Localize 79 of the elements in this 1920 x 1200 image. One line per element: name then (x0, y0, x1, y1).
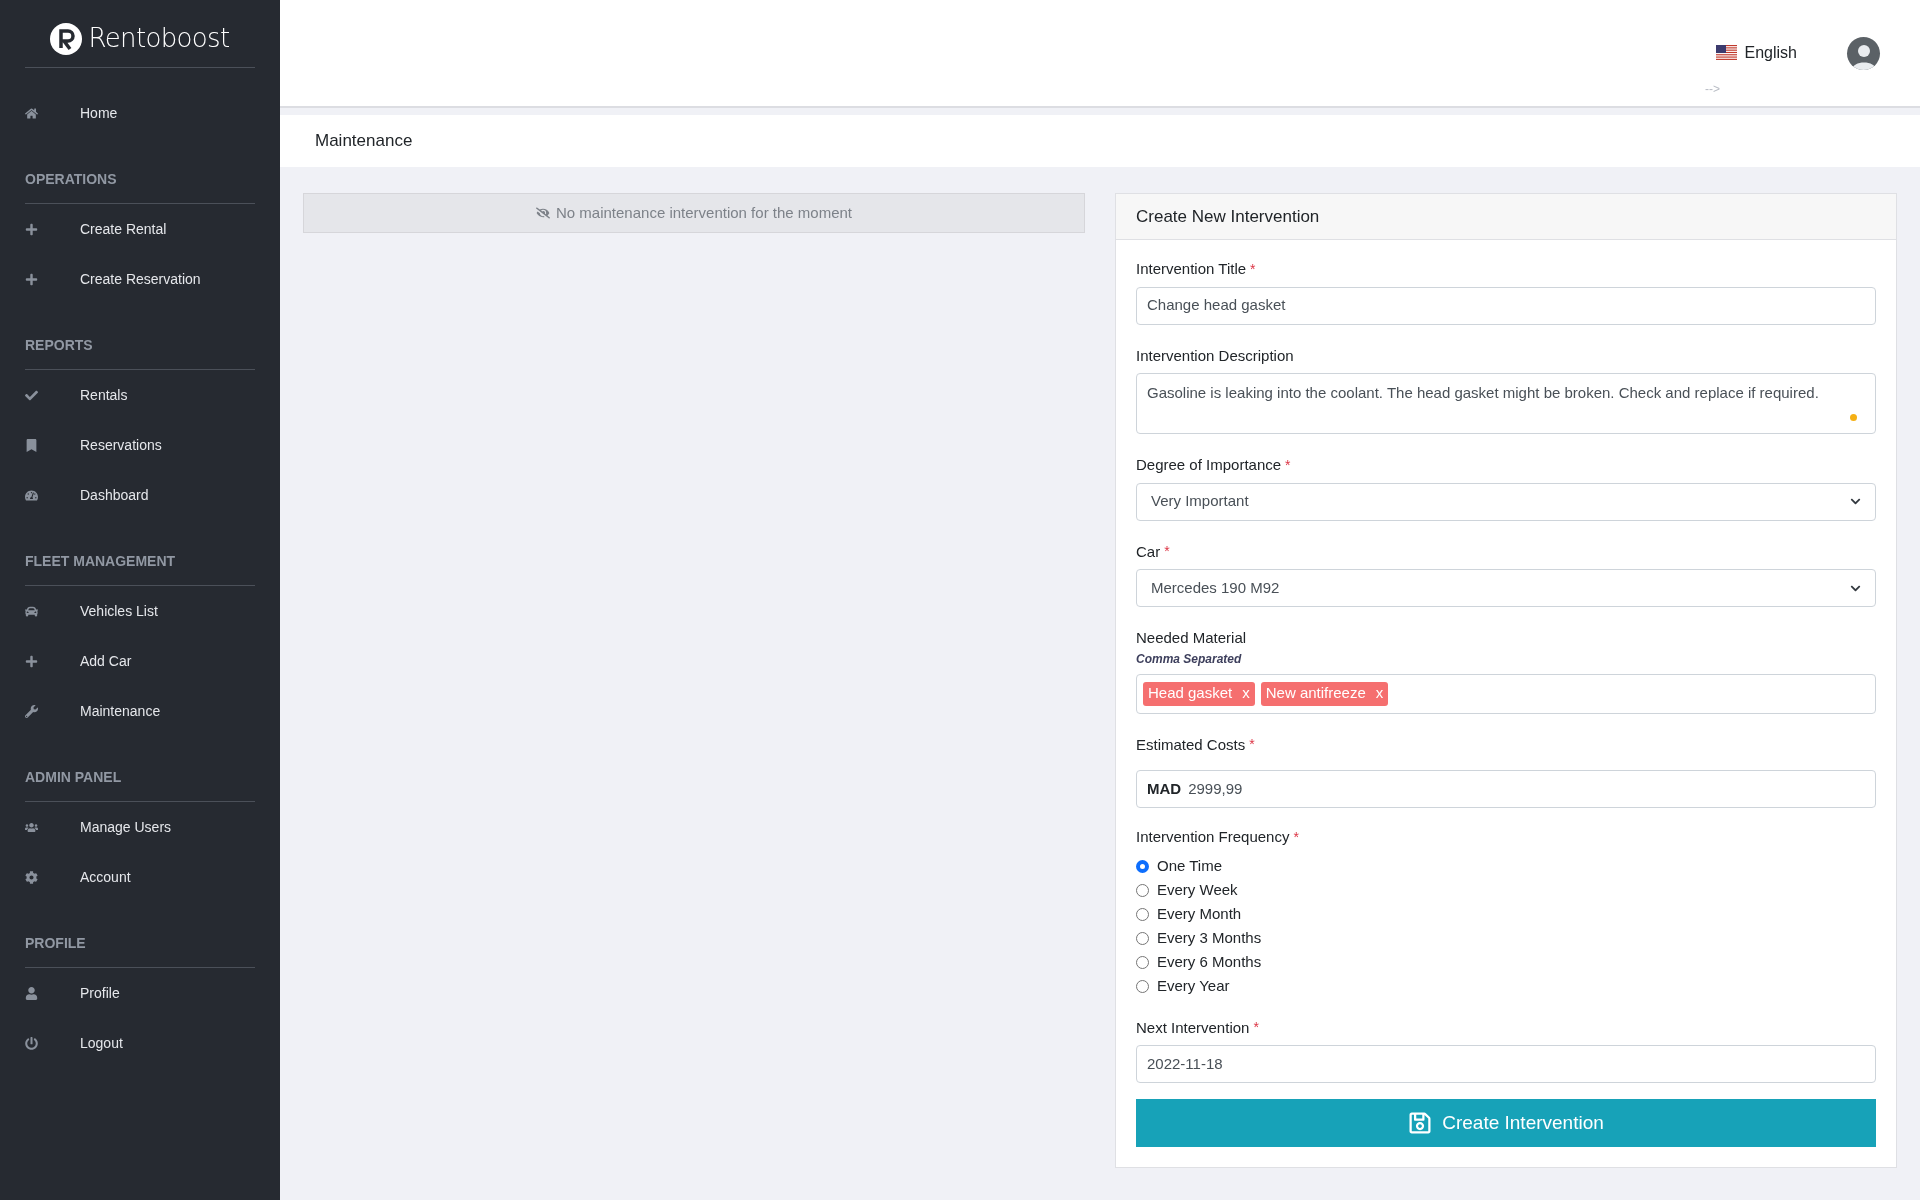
radio-button[interactable] (1136, 908, 1149, 921)
user-icon (25, 986, 38, 1000)
gauge-icon (25, 488, 38, 502)
field-label: Intervention Frequency (1136, 827, 1290, 847)
sidebar-item[interactable]: Account (80, 866, 131, 888)
page-title: Maintenance (315, 130, 413, 153)
radio-button[interactable] (1136, 884, 1149, 897)
required-mark: * (1253, 1018, 1259, 1038)
field-label: Next Intervention (1136, 1017, 1250, 1038)
tag: Head gasket x (1143, 681, 1255, 706)
field-label: Car (1136, 541, 1161, 562)
radio-label: Every 6 Months (1157, 952, 1262, 973)
plus-icon (25, 654, 38, 668)
required-mark: * (1249, 735, 1255, 755)
field-label: Degree of Importance (1136, 455, 1282, 475)
field-label: Intervention Title (1136, 259, 1247, 279)
bookmark-icon (25, 438, 38, 452)
section-heading: PROFILE (25, 935, 86, 951)
card-header: Create New Intervention (1116, 194, 1896, 240)
field-label: Needed Material (1136, 628, 1248, 648)
field-label: Intervention Description (1136, 345, 1294, 366)
radio-label: Every Month (1157, 904, 1242, 925)
plus-icon (25, 272, 38, 286)
radio-button[interactable] (1136, 860, 1149, 873)
avatar-button[interactable] (1847, 36, 1880, 70)
sidebar-item[interactable]: Reservations (80, 434, 162, 456)
logo-text: Rentoboost (88, 22, 230, 55)
section-heading: OPERATIONS (25, 171, 117, 187)
empty-notice: No maintenance intervention for the moment (303, 193, 1085, 233)
home-icon (25, 106, 38, 120)
radio-button[interactable] (1136, 956, 1149, 969)
sidebar-item[interactable]: Profile (80, 982, 120, 1004)
check-icon (25, 388, 38, 402)
tag: New antifreeze x (1260, 681, 1389, 706)
field-label: Estimated Costs (1136, 734, 1246, 755)
sidebar-item[interactable]: Manage Users (80, 816, 172, 838)
sidebar-item[interactable]: Dashboard (80, 484, 149, 506)
radio-button[interactable] (1136, 932, 1149, 945)
sidebar-item[interactable]: Add Car (80, 650, 132, 672)
currency-prefix: MAD (1147, 778, 1182, 799)
required-mark: * (1293, 827, 1299, 847)
hidden-eye-icon (536, 206, 550, 220)
radio-label: One Time (1157, 856, 1223, 877)
radio-button[interactable] (1136, 980, 1149, 993)
currency-input[interactable]: MAD 2999,99 (1136, 770, 1876, 808)
stray-text: --> (1705, 81, 1720, 98)
users-icon (25, 820, 38, 834)
wrench-icon (25, 704, 38, 718)
power-icon (25, 1036, 38, 1050)
required-mark: * (1164, 542, 1170, 562)
car-icon (25, 604, 38, 618)
textarea[interactable]: Gasoline is leaking into the coolant. The head gasket might be broken. Check and replace if required. (1136, 373, 1876, 434)
section-heading: ADMIN PANEL (25, 769, 122, 785)
sidebar-item[interactable]: Rentals (80, 384, 128, 406)
logo-icon (50, 22, 83, 55)
flag-icon (1715, 45, 1737, 61)
sidebar-item[interactable]: Vehicles List (80, 600, 158, 622)
required-mark: * (1250, 259, 1256, 279)
language-selector[interactable]: English (1715, 41, 1797, 65)
required-mark: * (1285, 455, 1291, 475)
sidebar-item[interactable]: Home (80, 102, 118, 124)
select-dropdown[interactable]: Mercedes 190 M92 (1136, 569, 1876, 607)
date-input[interactable]: 2022-11-18 (1136, 1045, 1876, 1083)
section-heading: REPORTS (25, 337, 93, 353)
radio-label: Every Year (1157, 976, 1230, 997)
sidebar-item[interactable]: Maintenance (80, 700, 161, 722)
settings-icon (25, 870, 38, 884)
field-hint: Comma Separated (1136, 650, 1243, 668)
radio-label: Every Week (1157, 880, 1238, 901)
section-heading: FLEET MANAGEMENT (25, 553, 176, 569)
sidebar-item[interactable]: Create Rental (80, 218, 167, 240)
text-input[interactable]: Change head gasket (1136, 286, 1876, 325)
chevron-down-icon (1850, 496, 1861, 507)
save-icon (1408, 1111, 1433, 1135)
sidebar-item[interactable]: Logout (80, 1032, 123, 1054)
select-dropdown[interactable]: Very Important (1136, 482, 1876, 521)
plus-icon (25, 222, 38, 236)
radio-label: Every 3 Months (1157, 928, 1262, 949)
sidebar-item[interactable]: Create Reservation (80, 268, 201, 290)
